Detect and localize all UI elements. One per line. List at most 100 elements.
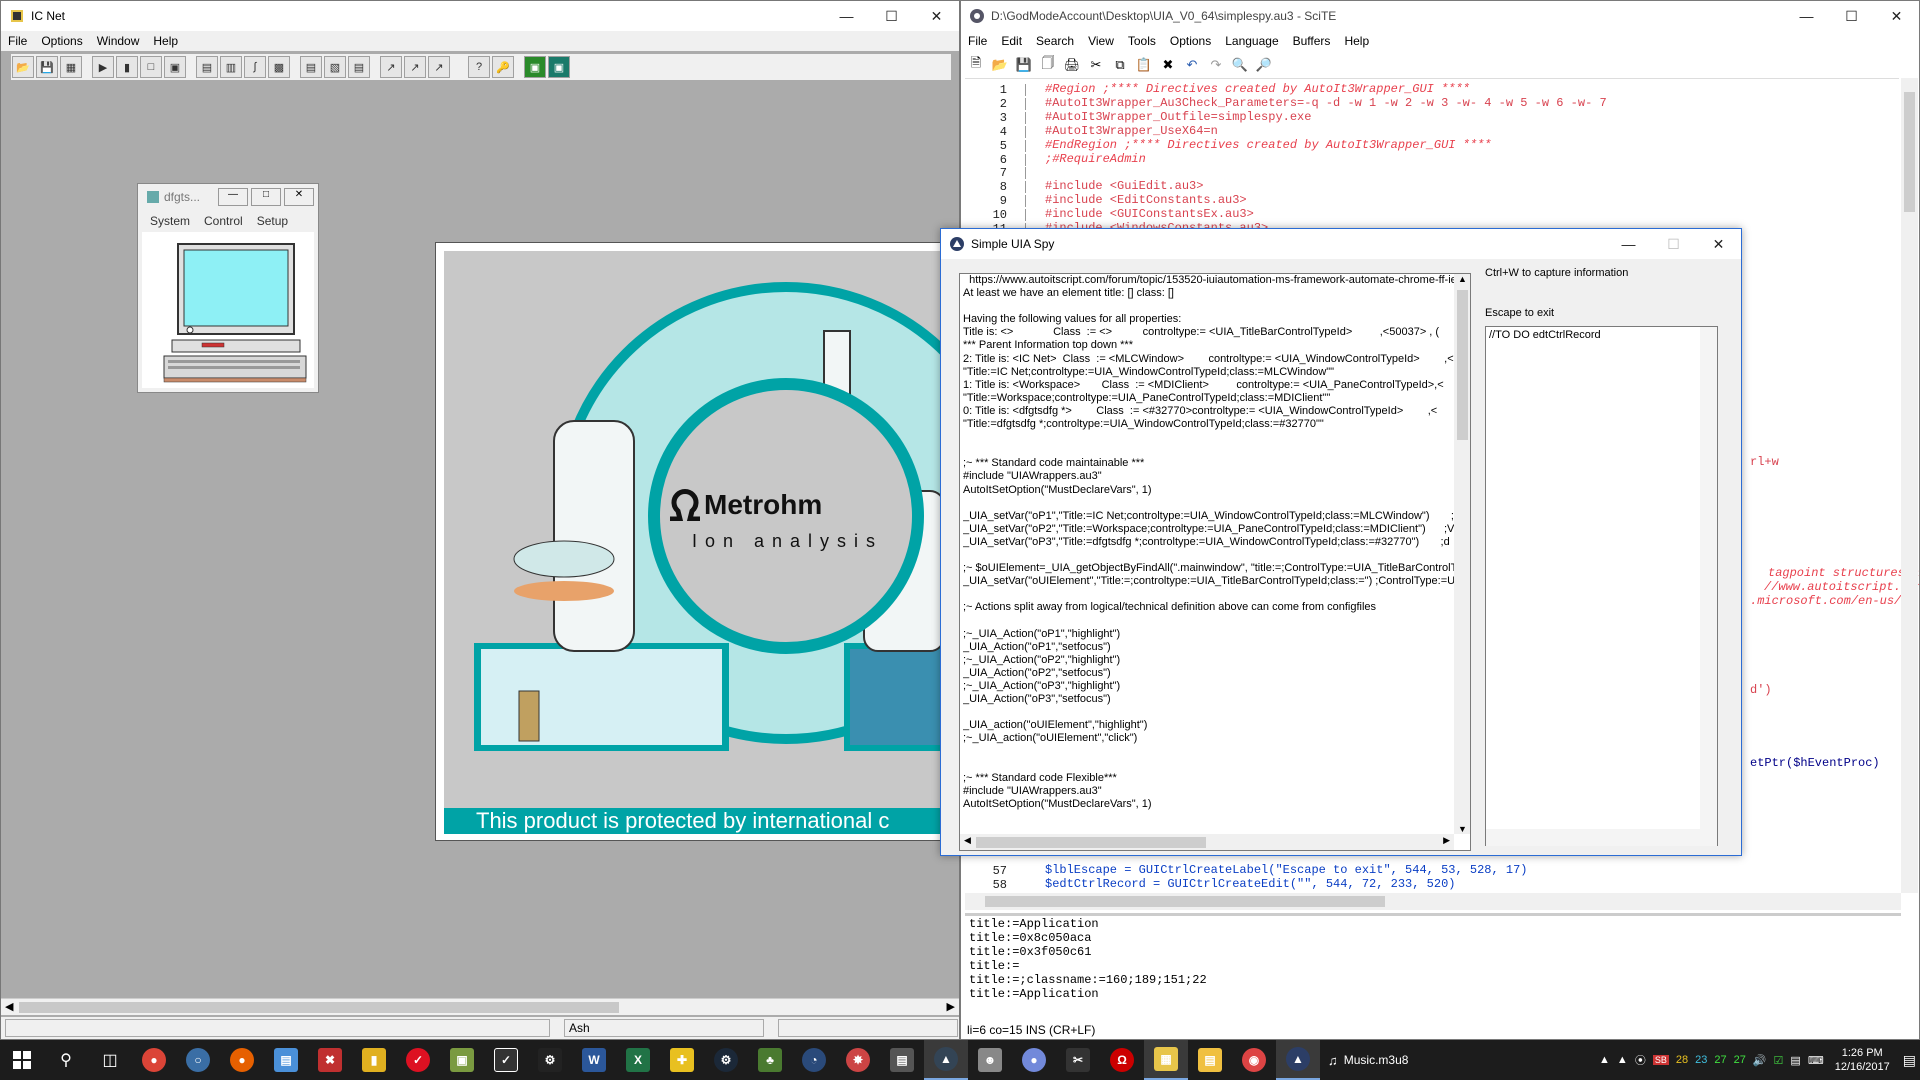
spy-maximize-button[interactable]: ☐ [1651,229,1696,259]
scite-menu-buffers[interactable]: Buffers [1286,34,1338,48]
fold-marker[interactable] [1025,181,1035,194]
taskbar-app-15[interactable]: ♣ [748,1040,792,1080]
fold-marker[interactable] [1025,139,1035,152]
scite-minimize-button[interactable]: — [1784,1,1829,31]
record-vscrollbar[interactable] [1700,327,1717,829]
taskbar-app-18[interactable]: ▤ [880,1040,924,1080]
scite-menu-options[interactable]: Options [1163,34,1218,48]
scite-vscrollbar[interactable] [1901,78,1918,893]
taskbar-music[interactable]: ♫ Music.m3u8 [1320,1040,1430,1080]
scroll-right-icon[interactable]: ▶ [947,1000,955,1013]
maximize-button[interactable]: ☐ [869,1,914,31]
tool-8-icon[interactable]: ▩ [268,56,290,78]
taskbar-app-22[interactable]: ✂ [1056,1040,1100,1080]
taskbar-app-6[interactable]: ▮ [352,1040,396,1080]
output-pane[interactable]: title:=Application title:=0x8c050aca tit… [965,913,1901,1017]
close-button[interactable]: ✕ [914,1,959,31]
minimize-button[interactable]: — [824,1,869,31]
open-icon[interactable]: 📂 [12,56,34,78]
tray-temp-1[interactable]: 28 [1676,1054,1688,1066]
menu-file[interactable]: File [1,34,34,48]
taskbar-app-13[interactable]: ✚ [660,1040,704,1080]
search-button[interactable]: ⚲ [44,1040,88,1080]
spy-close-button[interactable]: ✕ [1696,229,1741,259]
taskbar-app-24[interactable]: ▦ [1144,1040,1188,1080]
spy-hscroll-thumb[interactable] [976,837,1206,848]
tool-11-icon[interactable]: ▤ [348,56,370,78]
child-menu-system[interactable]: System [150,214,190,228]
spy-vscroll-thumb[interactable] [1457,290,1468,440]
taskbar-app-25[interactable]: ▤ [1188,1040,1232,1080]
menu-options[interactable]: Options [34,34,89,48]
tray-temp-4[interactable]: 27 [1734,1054,1746,1066]
volume-icon[interactable]: 🔊 [1753,1054,1767,1067]
tool-4-icon[interactable]: ▣ [164,56,186,78]
delete-icon[interactable]: ✖ [1157,57,1179,73]
scite-menu-view[interactable]: View [1081,34,1121,48]
monitor-teal-icon[interactable]: ▣ [548,56,570,78]
tool-2-icon[interactable]: ▮ [116,56,138,78]
save-file-icon[interactable]: 💾 [1013,57,1035,73]
scroll-thumb[interactable] [19,1002,619,1013]
network-icon[interactable]: ▤ [1790,1054,1800,1067]
taskbar-app-5[interactable]: ✖ [308,1040,352,1080]
fold-marker[interactable] [1025,209,1035,222]
tray-arrow-icon[interactable]: ▲ [1599,1054,1610,1066]
scite-menu-file[interactable]: File [961,34,994,48]
taskbar-app-21[interactable]: ● [1012,1040,1056,1080]
fold-marker[interactable] [1025,84,1035,96]
tool-7-icon[interactable]: ∫ [244,56,266,78]
spy-scroll-left-icon[interactable]: ◀ [964,835,971,846]
spy-scroll-up-icon[interactable]: ▲ [1458,274,1467,284]
monitor-green-icon[interactable]: ▣ [524,56,546,78]
scite-vscroll-thumb[interactable] [1904,92,1915,212]
child-minimize-button[interactable]: — [218,188,248,206]
taskbar-app-20[interactable]: ☻ [968,1040,1012,1080]
taskbar-app-10[interactable]: ⚙ [528,1040,572,1080]
scite-menu-help[interactable]: Help [1337,34,1376,48]
tool-1-icon[interactable]: ▶ [92,56,114,78]
redo-icon[interactable]: ↷ [1205,57,1227,73]
tray-app-1-icon[interactable]: ▲ [1617,1054,1628,1066]
open-file-icon[interactable]: 📂 [989,57,1011,73]
spy-scroll-right-icon[interactable]: ▶ [1443,835,1450,846]
taskbar-app-23[interactable]: Ω [1100,1040,1144,1080]
taskbar-steam[interactable]: ⚙ [704,1040,748,1080]
fold-marker[interactable] [1025,167,1035,180]
fold-marker[interactable] [1025,97,1035,110]
taskbar-app-4[interactable]: ▤ [264,1040,308,1080]
taskbar-app-26[interactable]: ◉ [1232,1040,1276,1080]
child-menu-control[interactable]: Control [204,214,243,228]
taskbar-excel[interactable]: X [616,1040,660,1080]
spy-minimize-button[interactable]: — [1606,229,1651,259]
new-file-icon[interactable]: 🗎 [965,54,987,76]
scite-hscrollbar[interactable] [965,893,1901,910]
taskbar-app-19[interactable]: ▲ [924,1040,968,1080]
menu-help[interactable]: Help [146,34,185,48]
taskbar-app-16[interactable]: ◔ [792,1040,836,1080]
taskbar-word[interactable]: W [572,1040,616,1080]
taskbar-firefox[interactable]: ● [220,1040,264,1080]
scite-menu-edit[interactable]: Edit [994,34,1029,48]
spy-titlebar[interactable]: Simple UIA Spy — ☐ ✕ [941,229,1741,259]
close-file-icon[interactable]: 🗍 [1037,54,1059,76]
fold-marker[interactable] [1025,153,1035,166]
menu-window[interactable]: Window [90,34,147,48]
scite-close-button[interactable]: ✕ [1874,1,1919,31]
fold-marker[interactable] [1025,125,1035,138]
taskbar-app-27[interactable]: ▲ [1276,1040,1320,1080]
child-close-button[interactable]: ✕ [284,188,314,206]
spy-output-hscrollbar[interactable]: ◀ ▶ [960,834,1454,850]
record-hscrollbar[interactable] [1486,829,1717,846]
print-icon[interactable]: 🖨 [1061,57,1083,73]
child-menu-setup[interactable]: Setup [257,214,288,228]
scite-menu-search[interactable]: Search [1029,34,1081,48]
spy-output-box[interactable]: https://www.autoitscript.com/forum/topic… [959,273,1471,851]
tray-temp-2[interactable]: 23 [1695,1054,1707,1066]
taskbar-app-2[interactable]: ○ [176,1040,220,1080]
tool-12-icon[interactable]: ↗ [380,56,402,78]
taskbar-app-17[interactable]: ✸ [836,1040,880,1080]
keyboard-icon[interactable]: ⌨ [1808,1054,1824,1067]
find-icon[interactable]: 🔍 [1229,57,1251,73]
spy-output-vscrollbar[interactable]: ▲ ▼ [1454,274,1470,834]
